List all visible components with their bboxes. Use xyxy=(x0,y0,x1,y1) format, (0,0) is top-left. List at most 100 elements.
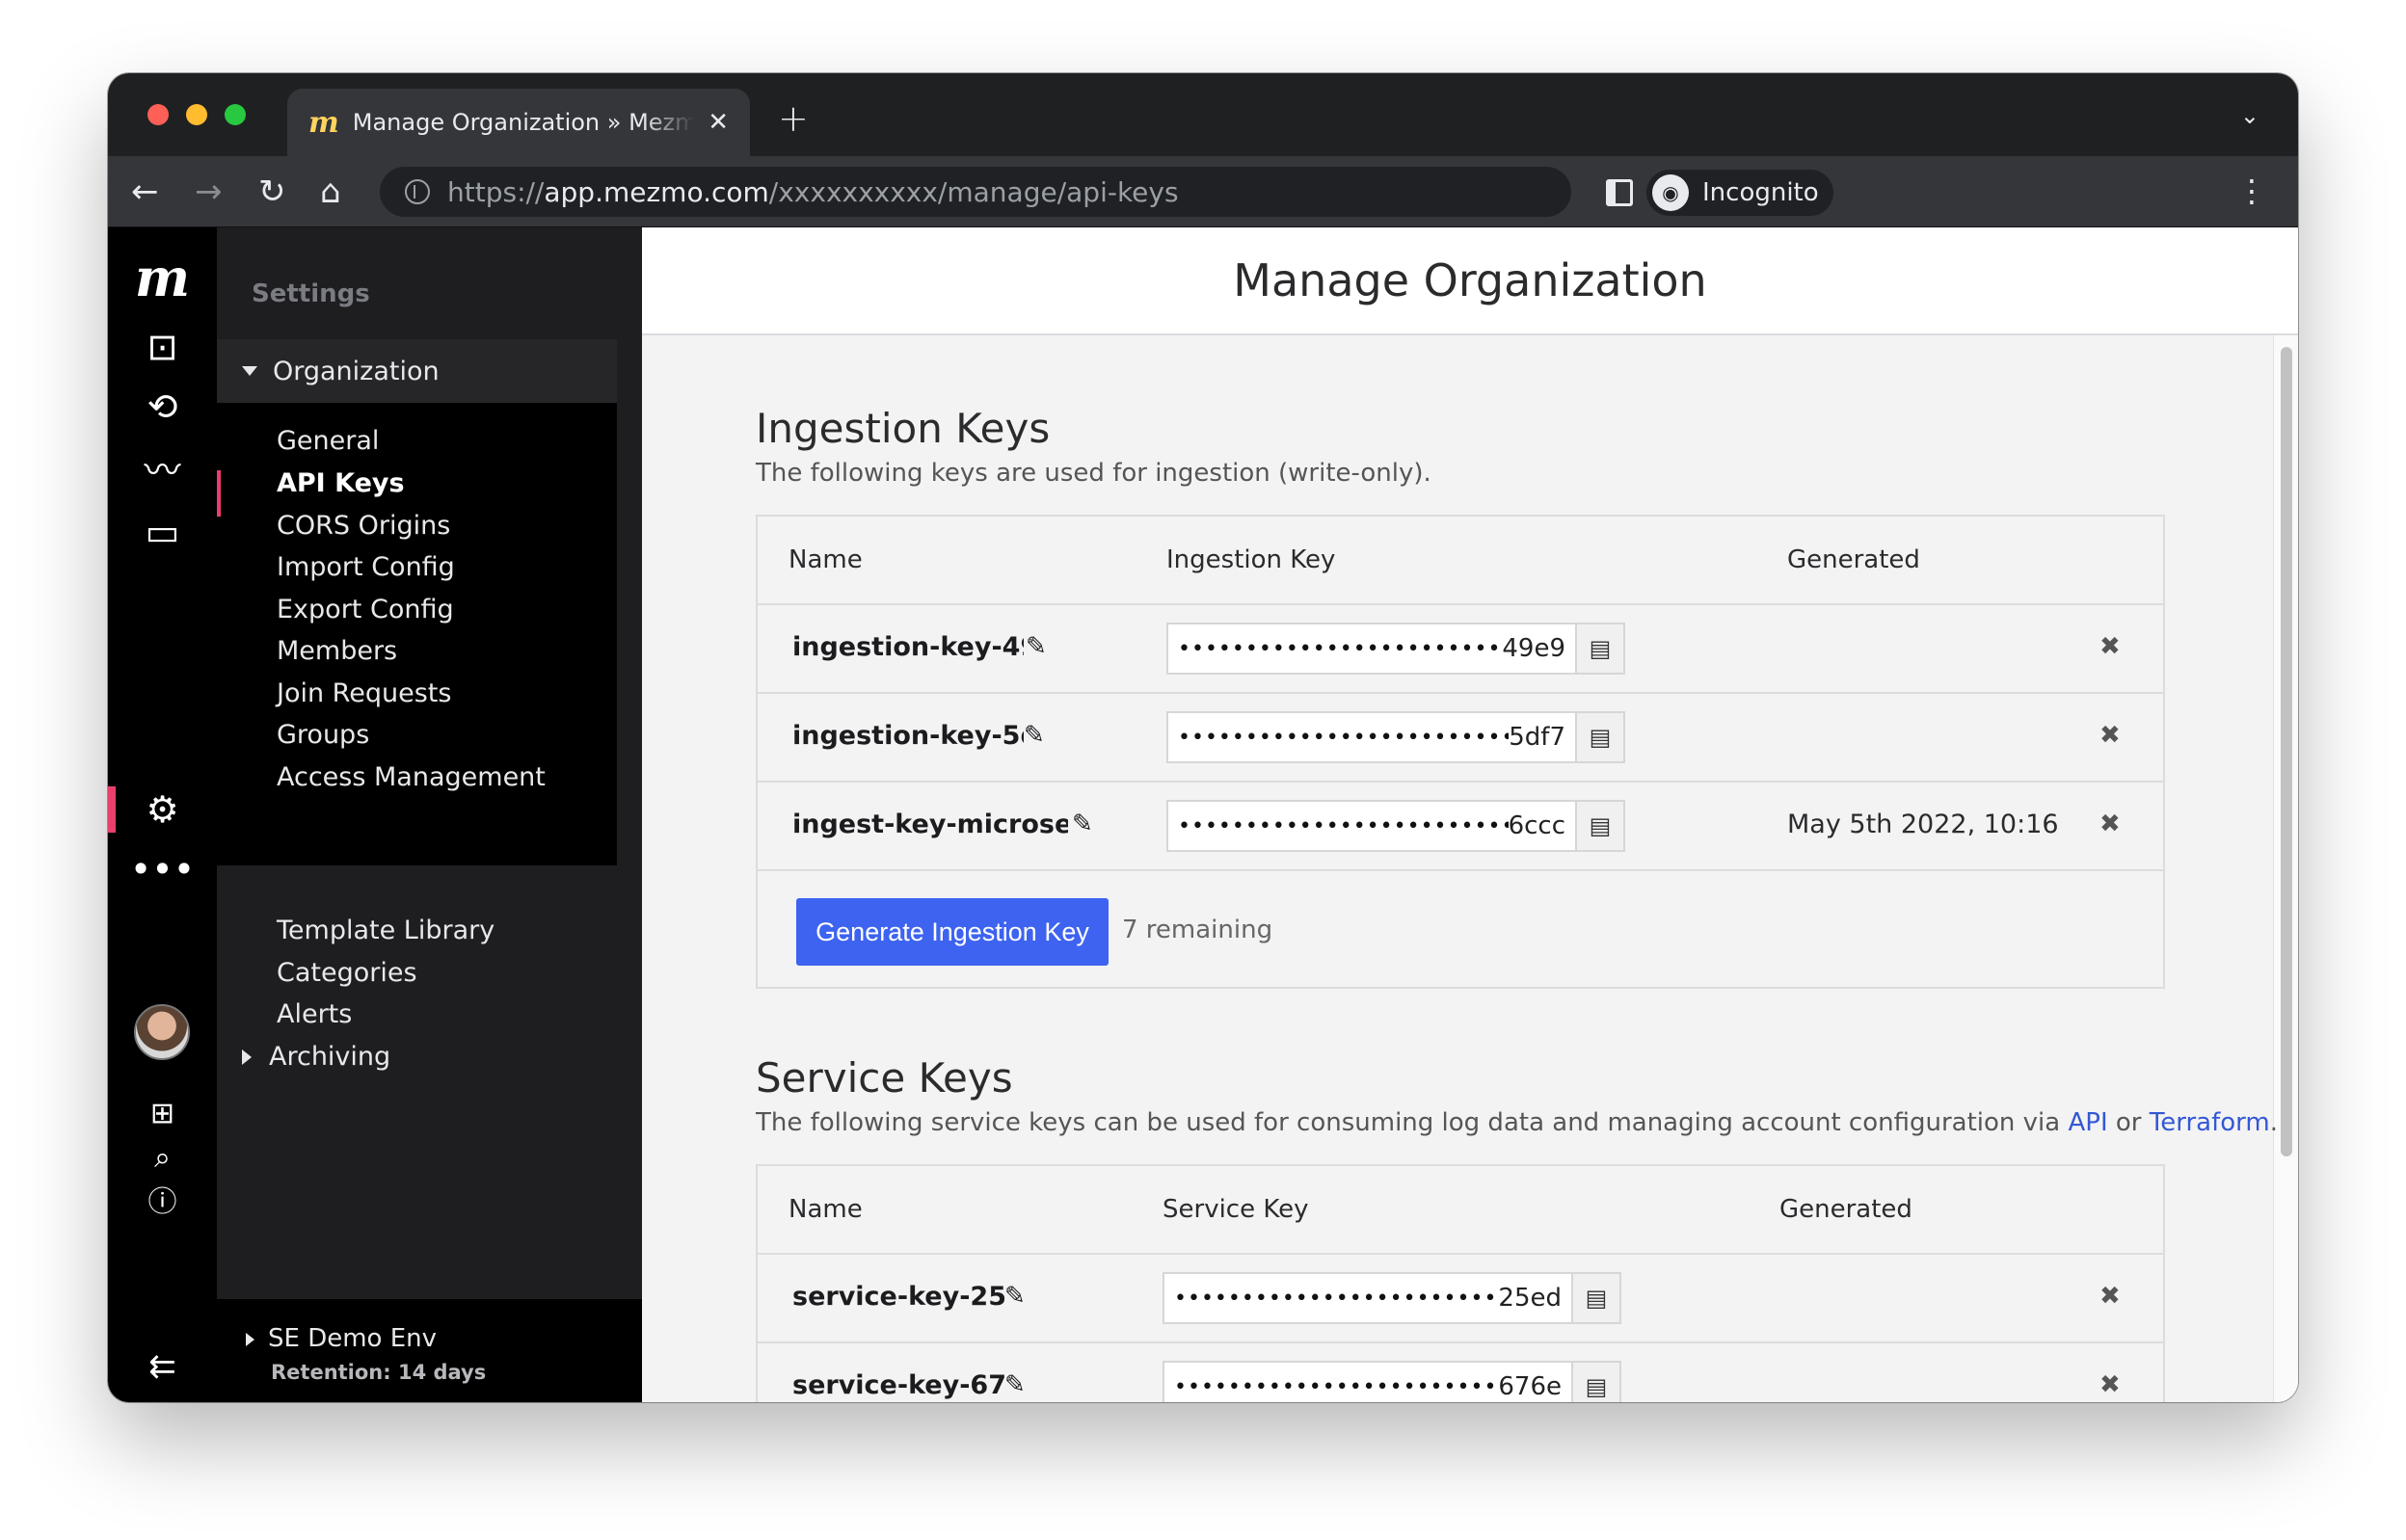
settings-sidebar: Settings Organization General API Keys C… xyxy=(217,227,737,1402)
table-row: ingest-key-microservic ✎ •••••••••••••••… xyxy=(758,783,2163,871)
delete-key-icon[interactable]: ✖ xyxy=(2099,1370,2121,1399)
key-mask: ••••••••••••••••••••••••••• xyxy=(1178,725,1510,750)
sidebar-item-general[interactable]: General xyxy=(277,422,379,461)
avatar[interactable] xyxy=(134,1004,190,1060)
browser-tab[interactable]: m Manage Organization » Mezmo ✕ xyxy=(287,89,750,156)
search-icon[interactable]: ⌕ xyxy=(108,1137,217,1180)
key-mask: ••••••••••••••••••••••••••• xyxy=(1178,813,1509,838)
sidebar-item-alerts[interactable]: Alerts xyxy=(277,996,352,1034)
window-minimize-button[interactable] xyxy=(186,104,207,125)
delete-key-icon[interactable]: ✖ xyxy=(2099,632,2121,661)
key-field: ••••••••••••••••••••••••••• 5df7 ▤ xyxy=(1166,711,1625,763)
table-row: service-key-25ed ✎ •••••••••••••••••••••… xyxy=(758,1255,2163,1343)
sidebar-item-join-requests[interactable]: Join Requests xyxy=(277,675,451,713)
sidebar-item-api-keys[interactable]: API Keys xyxy=(277,465,405,503)
sidebar-item-categories[interactable]: Categories xyxy=(277,954,417,993)
key-suffix: 25ed xyxy=(1498,1284,1562,1313)
key-name: service-key-676e xyxy=(792,1370,1004,1400)
sidebar-item-access-management[interactable]: Access Management xyxy=(277,758,546,797)
edit-pencil-icon[interactable]: ✎ xyxy=(1072,810,1093,838)
column-name: Name xyxy=(789,1195,863,1224)
collapse-sidebar-icon[interactable]: ⇇ xyxy=(108,1347,217,1386)
sidebar-item-template-library[interactable]: Template Library xyxy=(277,912,495,950)
views-icon[interactable]: ⊡ xyxy=(108,326,217,368)
environment-retention: Retention: 14 days xyxy=(271,1361,487,1384)
terraform-link[interactable]: Terraform xyxy=(2150,1108,2270,1137)
copy-clipboard-icon[interactable]: ▤ xyxy=(1571,1363,1619,1402)
tab-close-icon[interactable]: ✕ xyxy=(708,108,729,137)
copy-clipboard-icon[interactable]: ▤ xyxy=(1575,624,1623,673)
column-service-key: Service Key xyxy=(1163,1195,1309,1224)
incognito-icon: ◉ xyxy=(1652,174,1689,211)
incognito-label: Incognito xyxy=(1702,178,1819,207)
column-name: Name xyxy=(789,545,863,574)
service-desc-or: or xyxy=(2107,1108,2150,1137)
browser-toolbar: ← → ↻ ⌂ https://app.mezmo.com/xxxxxxxxxx… xyxy=(108,156,2298,227)
window-close-button[interactable] xyxy=(147,104,169,125)
organization-group-toggle[interactable]: Organization xyxy=(217,339,617,403)
organization-label: Organization xyxy=(273,356,440,386)
generate-ingestion-key-button[interactable]: Generate Ingestion Key xyxy=(796,898,1109,966)
service-keys-title: Service Keys xyxy=(756,1054,1013,1102)
mezmo-favicon-icon: m xyxy=(308,105,339,140)
delete-key-icon[interactable]: ✖ xyxy=(2099,810,2121,838)
reload-icon[interactable]: ↻ xyxy=(258,173,286,210)
keys-remaining: 7 remaining xyxy=(1122,916,1273,944)
sidebar-item-archiving[interactable]: Archiving xyxy=(242,1038,390,1076)
gear-icon[interactable]: ⚙ xyxy=(108,788,217,831)
new-tab-button[interactable]: + xyxy=(778,100,809,137)
home-icon[interactable]: ⌂ xyxy=(320,173,341,210)
back-arrow-icon[interactable]: ← xyxy=(131,173,159,210)
delete-key-icon[interactable]: ✖ xyxy=(2099,1282,2121,1311)
key-field: ••••••••••••••••••••••••••• 6ccc ▤ xyxy=(1166,800,1625,852)
service-desc-end: . xyxy=(2269,1108,2278,1137)
sidebar-item-cors-origins[interactable]: CORS Origins xyxy=(277,507,450,545)
environment-name: SE Demo Env xyxy=(246,1324,437,1353)
edit-pencil-icon[interactable]: ✎ xyxy=(1004,1282,1026,1311)
monitor-icon[interactable]: ▭ xyxy=(108,511,217,553)
copy-clipboard-icon[interactable]: ▤ xyxy=(1571,1274,1619,1322)
active-item-indicator xyxy=(217,470,221,517)
key-mask: ••••••••••••••••••••••••••• xyxy=(1178,636,1502,661)
key-suffix: 49e9 xyxy=(1502,634,1565,663)
table-row: ingestion-key-49e9 ✎ •••••••••••••••••••… xyxy=(758,605,2163,694)
side-panel-icon[interactable] xyxy=(1606,179,1633,206)
key-field: ••••••••••••••••••••••••••• 676e ▤ xyxy=(1163,1361,1621,1402)
help-icon[interactable]: ⓘ xyxy=(108,1182,217,1224)
column-ingestion-key: Ingestion Key xyxy=(1166,545,1336,574)
more-icon[interactable]: ••• xyxy=(108,848,217,890)
add-screen-icon[interactable]: ⊞ xyxy=(108,1093,217,1135)
copy-clipboard-icon[interactable]: ▤ xyxy=(1575,802,1623,850)
site-info-icon[interactable] xyxy=(405,179,430,204)
key-suffix: 5df7 xyxy=(1509,723,1565,752)
column-generated: Generated xyxy=(1779,1195,1912,1224)
edit-pencil-icon[interactable]: ✎ xyxy=(1024,721,1045,750)
delete-key-icon[interactable]: ✖ xyxy=(2099,721,2121,750)
sidebar-item-import-config[interactable]: Import Config xyxy=(277,548,455,587)
page-title: Manage Organization xyxy=(642,227,2298,335)
browser-menu-icon[interactable]: ⋮ xyxy=(2236,173,2267,208)
sidebar-item-export-config[interactable]: Export Config xyxy=(277,591,454,629)
incognito-badge[interactable]: ◉ Incognito xyxy=(1646,170,1833,216)
address-bar[interactable]: https://app.mezmo.com/xxxxxxxxxx/manage/… xyxy=(380,167,1571,217)
env-name-label: SE Demo Env xyxy=(268,1324,438,1353)
edit-pencil-icon[interactable]: ✎ xyxy=(1004,1370,1026,1399)
history-icon[interactable]: ⟲ xyxy=(108,385,217,428)
mezmo-logo-icon[interactable]: m xyxy=(108,247,217,308)
url-path: /xxxxxxxxxx/manage/api-keys xyxy=(768,175,1179,208)
pulse-icon[interactable]: 〰 xyxy=(108,449,217,491)
key-mask: ••••••••••••••••••••••••••• xyxy=(1174,1374,1498,1399)
table-row: service-key-676e ✎ •••••••••••••••••••••… xyxy=(758,1343,2163,1402)
edit-pencil-icon[interactable]: ✎ xyxy=(1026,632,1047,661)
forward-arrow-icon[interactable]: → xyxy=(195,173,223,210)
caret-right-icon xyxy=(242,1049,252,1065)
sidebar-item-groups[interactable]: Groups xyxy=(277,716,369,755)
environment-switcher[interactable]: SE Demo Env Retention: 14 days xyxy=(217,1299,642,1402)
main-scrollbar-thumb[interactable] xyxy=(2281,347,2292,1156)
sidebar-item-members[interactable]: Members xyxy=(277,632,397,671)
copy-clipboard-icon[interactable]: ▤ xyxy=(1575,713,1623,761)
tab-search-chevron-icon[interactable]: ⌄ xyxy=(2240,102,2259,129)
window-maximize-button[interactable] xyxy=(225,104,246,125)
table-row: ingestion-key-5df7 ✎ •••••••••••••••••••… xyxy=(758,694,2163,783)
api-link[interactable]: API xyxy=(2068,1108,2107,1137)
